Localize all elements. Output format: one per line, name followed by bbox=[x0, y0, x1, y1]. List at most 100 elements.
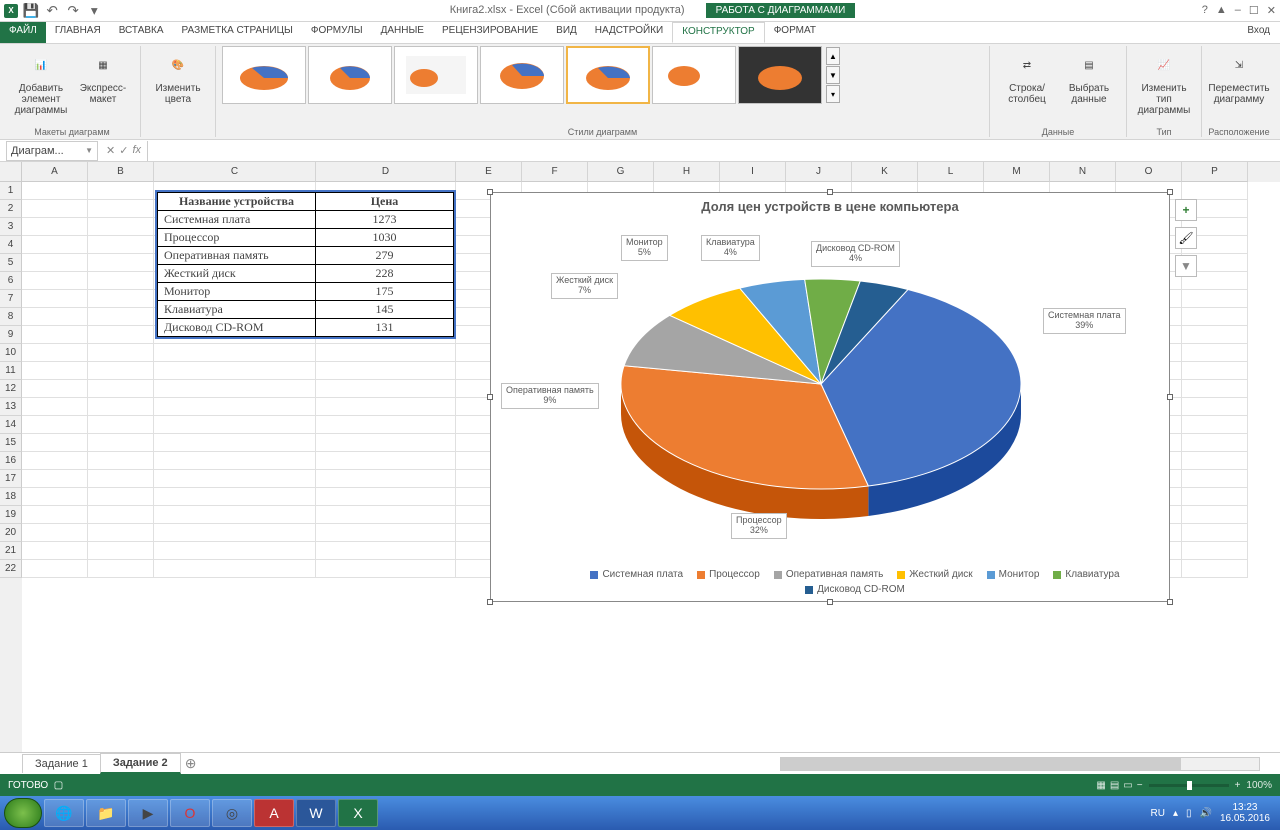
cell[interactable] bbox=[154, 488, 316, 506]
cell[interactable] bbox=[1182, 362, 1248, 380]
start-button[interactable] bbox=[4, 798, 42, 828]
cell[interactable] bbox=[1182, 326, 1248, 344]
resize-handle-nw[interactable] bbox=[487, 189, 493, 195]
row-header[interactable]: 21 bbox=[0, 542, 22, 560]
column-header[interactable]: D bbox=[316, 162, 456, 182]
tab-надстройки[interactable]: НАДСТРОЙКИ bbox=[586, 22, 672, 43]
cell[interactable] bbox=[316, 524, 456, 542]
table-cell-value[interactable]: 145 bbox=[316, 301, 454, 319]
row-header[interactable]: 9 bbox=[0, 326, 22, 344]
cell[interactable] bbox=[88, 272, 154, 290]
cell[interactable] bbox=[88, 362, 154, 380]
cell[interactable] bbox=[22, 272, 88, 290]
cell[interactable] bbox=[22, 542, 88, 560]
legend-item[interactable]: Жесткий диск bbox=[897, 569, 972, 580]
sign-in-link[interactable]: Вход bbox=[1237, 22, 1280, 43]
cell[interactable] bbox=[1182, 434, 1248, 452]
chart-style-5[interactable] bbox=[566, 46, 650, 104]
tab-конструктор[interactable]: КОНСТРУКТОР bbox=[672, 22, 764, 43]
cell[interactable] bbox=[316, 344, 456, 362]
table-cell-name[interactable]: Оперативная память bbox=[158, 247, 316, 265]
sheet-tab-1[interactable]: Задание 1 bbox=[22, 754, 101, 773]
cell[interactable] bbox=[22, 434, 88, 452]
cell[interactable] bbox=[22, 308, 88, 326]
cell[interactable] bbox=[1182, 380, 1248, 398]
tray-sound-icon[interactable]: 🔊 bbox=[1199, 808, 1211, 819]
legend-item[interactable]: Клавиатура bbox=[1053, 569, 1119, 580]
tray-network-icon[interactable]: ▯ bbox=[1186, 808, 1192, 819]
quick-layout-button[interactable]: ▦Экспресс-макет bbox=[72, 46, 134, 119]
gallery-down-icon[interactable]: ▼ bbox=[826, 66, 840, 84]
row-header[interactable]: 3 bbox=[0, 218, 22, 236]
row-header[interactable]: 22 bbox=[0, 560, 22, 578]
resize-handle-e[interactable] bbox=[1167, 394, 1173, 400]
data-callout[interactable]: Оперативная память9% bbox=[501, 383, 599, 409]
cell[interactable] bbox=[88, 506, 154, 524]
cell[interactable] bbox=[22, 560, 88, 578]
row-header[interactable]: 18 bbox=[0, 488, 22, 506]
chevron-down-icon[interactable]: ▼ bbox=[85, 146, 93, 155]
column-header[interactable]: E bbox=[456, 162, 522, 182]
cell[interactable] bbox=[154, 470, 316, 488]
cell[interactable] bbox=[1182, 182, 1248, 200]
table-cell-value[interactable]: 1030 bbox=[316, 229, 454, 247]
horizontal-scrollbar[interactable] bbox=[202, 757, 1280, 771]
taskbar-opera-icon[interactable]: O bbox=[170, 799, 210, 827]
cell[interactable] bbox=[1182, 398, 1248, 416]
cell[interactable] bbox=[88, 200, 154, 218]
row-header[interactable]: 19 bbox=[0, 506, 22, 524]
row-header[interactable]: 14 bbox=[0, 416, 22, 434]
select-all-button[interactable] bbox=[0, 162, 22, 182]
cell[interactable] bbox=[316, 560, 456, 578]
column-header[interactable]: O bbox=[1116, 162, 1182, 182]
cell[interactable] bbox=[22, 362, 88, 380]
table-cell-name[interactable]: Системная плата bbox=[158, 211, 316, 229]
table-cell-value[interactable]: 1273 bbox=[316, 211, 454, 229]
cell[interactable] bbox=[1182, 416, 1248, 434]
cell[interactable] bbox=[88, 290, 154, 308]
qat-customize-icon[interactable]: ▾ bbox=[85, 2, 103, 20]
table-cell-value[interactable]: 279 bbox=[316, 247, 454, 265]
cell[interactable] bbox=[88, 416, 154, 434]
cell[interactable] bbox=[154, 560, 316, 578]
taskbar-media-icon[interactable]: ▶ bbox=[128, 799, 168, 827]
row-header[interactable]: 10 bbox=[0, 344, 22, 362]
chart-title[interactable]: Доля цен устройств в цене компьютера bbox=[491, 199, 1169, 214]
row-header[interactable]: 11 bbox=[0, 362, 22, 380]
column-header[interactable]: K bbox=[852, 162, 918, 182]
data-callout[interactable]: Клавиатура4% bbox=[701, 235, 760, 261]
row-header[interactable]: 7 bbox=[0, 290, 22, 308]
table-cell-name[interactable]: Монитор bbox=[158, 283, 316, 301]
cell[interactable] bbox=[154, 524, 316, 542]
tab-данные[interactable]: ДАННЫЕ bbox=[372, 22, 433, 43]
legend-item[interactable]: Процессор bbox=[697, 569, 760, 580]
cell[interactable] bbox=[22, 182, 88, 200]
cell[interactable] bbox=[88, 218, 154, 236]
cell[interactable] bbox=[22, 200, 88, 218]
enter-formula-icon[interactable]: ✓ bbox=[119, 144, 128, 157]
tab-разметка страницы[interactable]: РАЗМЕТКА СТРАНИЦЫ bbox=[173, 22, 302, 43]
cell[interactable] bbox=[154, 434, 316, 452]
taskbar-word-icon[interactable]: W bbox=[296, 799, 336, 827]
cell[interactable] bbox=[88, 326, 154, 344]
chart-style-7[interactable] bbox=[738, 46, 822, 104]
new-sheet-button[interactable]: ⊕ bbox=[180, 755, 202, 772]
cell[interactable] bbox=[88, 560, 154, 578]
cell[interactable] bbox=[316, 416, 456, 434]
row-header[interactable]: 16 bbox=[0, 452, 22, 470]
cell[interactable] bbox=[88, 488, 154, 506]
cell[interactable] bbox=[1182, 506, 1248, 524]
save-icon[interactable]: 💾 bbox=[22, 2, 40, 20]
tray-language[interactable]: RU bbox=[1150, 808, 1164, 819]
cell[interactable] bbox=[154, 452, 316, 470]
tab-file[interactable]: ФАЙЛ bbox=[0, 22, 46, 43]
cell[interactable] bbox=[22, 506, 88, 524]
cell[interactable] bbox=[154, 362, 316, 380]
normal-view-icon[interactable]: ▦ bbox=[1096, 780, 1105, 791]
cell[interactable] bbox=[154, 506, 316, 524]
column-header[interactable]: G bbox=[588, 162, 654, 182]
cell[interactable] bbox=[316, 470, 456, 488]
close-icon[interactable]: ✕ bbox=[1267, 4, 1276, 17]
cell[interactable] bbox=[154, 398, 316, 416]
row-header[interactable]: 6 bbox=[0, 272, 22, 290]
